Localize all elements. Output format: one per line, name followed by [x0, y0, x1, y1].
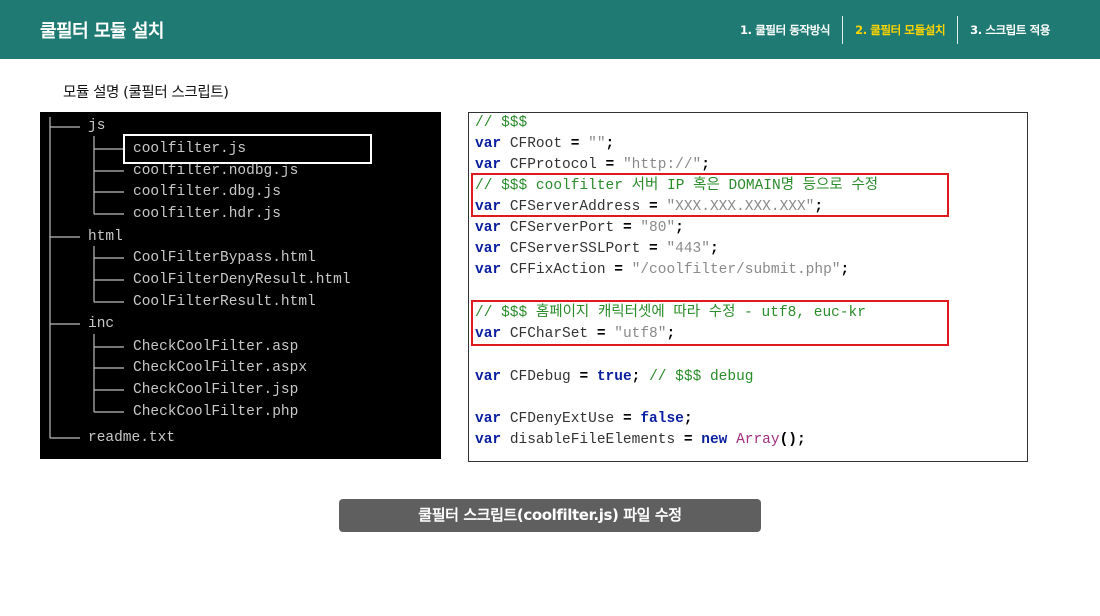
directory-tree-image: js coolfilter.js coolfilter.nodbg.js coo…	[40, 112, 441, 459]
tree-folder-inc: inc	[88, 316, 115, 332]
highlight-box-charset	[471, 300, 949, 346]
nav-divider	[842, 16, 844, 44]
nav-step-2[interactable]: 2. 쿨필터 모듈설치	[843, 22, 957, 38]
code-line-cfprotocol: var CFProtocol = "http://";	[475, 155, 710, 175]
tree-file: CoolFilterBypass.html	[133, 250, 316, 266]
code-line-cffixaction: var CFFixAction = "/coolfilter/submit.ph…	[475, 260, 849, 280]
code-new-keyword: new	[701, 432, 728, 448]
code-line-cfserverport: var CFServerPort = "80";	[475, 218, 684, 238]
code-var-name: CFServerPort	[509, 220, 615, 236]
code-operator: =	[649, 241, 658, 257]
code-semicolon: ;	[701, 157, 710, 173]
code-operator: =	[570, 136, 580, 152]
section-label: 모듈 설명 (쿨필터 스크립트)	[63, 85, 229, 101]
code-operator: =	[579, 369, 589, 385]
tree-folder-js: js	[88, 118, 106, 134]
tree-file: CheckCoolFilter.php	[133, 404, 299, 420]
tree-file: CheckCoolFilter.aspx	[133, 360, 308, 376]
nav-step-3[interactable]: 3. 스크립트 적용	[958, 22, 1062, 38]
code-operator: =	[605, 157, 615, 173]
code-string: "443"	[666, 241, 710, 257]
tree-file: CheckCoolFilter.asp	[133, 339, 299, 355]
code-var-name: CFFixAction	[509, 262, 606, 278]
code-operator: =	[614, 262, 623, 278]
caption-label: 쿨필터 스크립트(coolfilter.js) 파일 수정	[339, 499, 761, 532]
code-semicolon: ;	[709, 241, 719, 257]
code-var-name: CFProtocol	[509, 157, 597, 173]
code-string: ""	[588, 136, 606, 152]
code-line-disablefileelements: var disableFileElements = new Array();	[475, 430, 806, 450]
code-operator: =	[622, 411, 632, 427]
code-string: "80"	[640, 220, 676, 236]
code-boolean: false	[640, 411, 684, 427]
code-string: "http://"	[622, 157, 702, 173]
code-line-cfdebug: var CFDebug = true; // $$$ debug	[475, 367, 753, 387]
code-semicolon: ;	[675, 220, 684, 236]
code-var-name: CFServerSSLPort	[509, 241, 641, 257]
nav-divider	[957, 16, 959, 44]
tree-file: coolfilter.dbg.js	[133, 184, 281, 200]
code-semicolon: ;	[605, 136, 615, 152]
step-nav: 1. 쿨필터 동작방식 2. 쿨필터 모듈설치 3. 스크립트 적용	[728, 16, 1062, 44]
code-semicolon: ;	[683, 411, 693, 427]
code-operator: =	[683, 432, 693, 448]
page-title: 쿨필터 모듈 설치	[40, 21, 164, 42]
tree-file: CoolFilterResult.html	[133, 294, 316, 310]
code-keyword: var	[475, 157, 502, 173]
tree-file: coolfilter.nodbg.js	[133, 163, 299, 179]
code-var-name: CFDenyExtUse	[509, 411, 615, 427]
code-boolean: true	[596, 369, 632, 385]
highlight-box-server-address	[471, 173, 949, 217]
code-array-type: Array	[736, 432, 780, 448]
tree-file: CheckCoolFilter.jsp	[133, 382, 299, 398]
tree-folder-html: html	[88, 229, 123, 245]
code-keyword: var	[475, 411, 502, 427]
code-var-name: CFRoot	[509, 136, 563, 152]
code-string: "/coolfilter/submit.php"	[631, 262, 841, 278]
code-var-name: CFDebug	[509, 369, 571, 385]
tree-file: coolfilter.hdr.js	[133, 206, 281, 222]
code-keyword: var	[475, 432, 502, 448]
header-bar: 쿨필터 모듈 설치 1. 쿨필터 동작방식 2. 쿨필터 모듈설치 3. 스크립…	[0, 0, 1100, 59]
code-semicolon: ;	[840, 262, 850, 278]
code-comment: // $$$	[475, 115, 528, 131]
nav-step-1[interactable]: 1. 쿨필터 동작방식	[728, 22, 842, 38]
code-line-cfroot: var CFRoot = "";	[475, 134, 614, 154]
code-keyword: var	[475, 241, 502, 257]
code-semicolon: ;	[796, 432, 806, 448]
code-operator: =	[622, 220, 632, 236]
code-line-cfserversslport: var CFServerSSLPort = "443";	[475, 239, 719, 259]
code-keyword: var	[475, 136, 502, 152]
code-line-cfdenyextuse: var CFDenyExtUse = false;	[475, 409, 693, 429]
code-keyword: var	[475, 262, 502, 278]
tree-file-readme: readme.txt	[88, 430, 176, 446]
code-parens: ()	[779, 432, 797, 448]
code-semicolon: ;	[631, 369, 641, 385]
code-inline-comment: // $$$ debug	[649, 369, 754, 385]
tree-file: CoolFilterDenyResult.html	[133, 272, 351, 288]
code-keyword: var	[475, 369, 502, 385]
highlight-box-coolfilter-js	[123, 134, 372, 164]
code-keyword: var	[475, 220, 502, 236]
code-snippet-image: // $$$ var CFRoot = ""; var CFProtocol =…	[468, 112, 1028, 462]
code-var-name: disableFileElements	[509, 432, 676, 448]
